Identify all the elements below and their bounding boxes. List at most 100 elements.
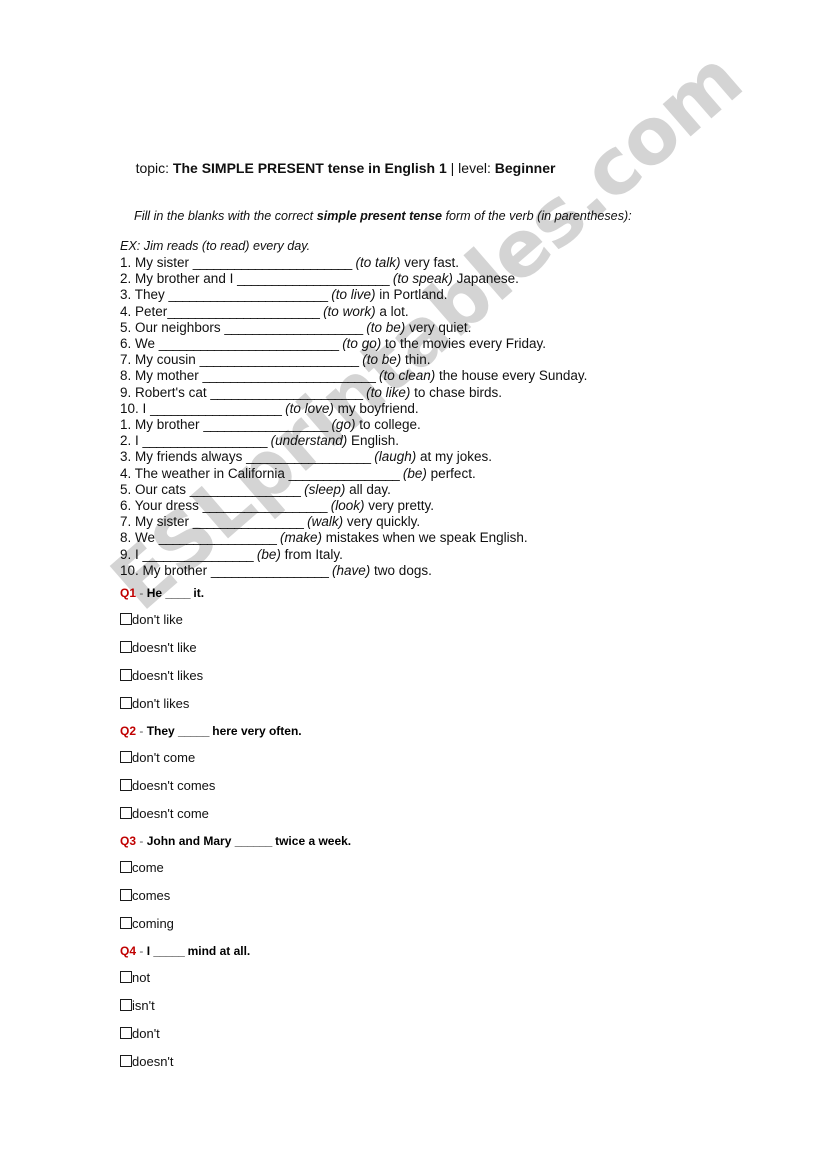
checkbox-icon[interactable] xyxy=(120,1027,132,1040)
exercise-text-before: I xyxy=(135,546,143,562)
verb-hint: (be) xyxy=(402,465,427,481)
answer-blank[interactable]: _______________________ xyxy=(193,255,352,270)
answer-blank[interactable]: _________________________ xyxy=(203,368,376,383)
exercise-text-before: My cousin xyxy=(135,352,200,368)
question-dash: - xyxy=(139,724,144,739)
question-blank[interactable]: _____ xyxy=(178,724,209,738)
answer-blank[interactable]: ______________________ xyxy=(210,385,363,400)
exercise-text-after: my boyfriend. xyxy=(333,400,419,416)
question-stem: Q4 - I _____ mind at all. xyxy=(120,943,680,959)
answer-blank[interactable]: _________________ xyxy=(159,530,277,545)
answer-blank[interactable]: ____________________ xyxy=(224,320,363,335)
exercise-item: 8. My mother _________________________ (… xyxy=(120,368,680,384)
answer-option[interactable]: don't come xyxy=(120,743,680,771)
answer-blank[interactable]: _________________ xyxy=(211,563,329,578)
exercise-item: 10. I ___________________ (to love) my b… xyxy=(120,401,680,417)
example-line: EX: Jim reads (to read) every day. xyxy=(120,239,311,253)
question-dash: - xyxy=(139,834,144,849)
checkbox-icon[interactable] xyxy=(120,751,132,764)
exercise-text-after: to the movies every Friday. xyxy=(381,336,547,352)
question-blank[interactable]: ____ xyxy=(165,586,190,600)
exercise-number: 9. xyxy=(120,546,132,562)
exercise-item: 5. Our cats ________________ (sleep) all… xyxy=(120,482,680,498)
exercise-text-before: Peter xyxy=(135,303,168,319)
checkbox-icon[interactable] xyxy=(120,1055,132,1068)
verb-hint: (to speak) xyxy=(392,271,453,287)
answer-option[interactable]: coming xyxy=(120,909,680,937)
checkbox-icon[interactable] xyxy=(120,697,132,710)
answer-option[interactable]: come xyxy=(120,853,680,881)
question-blank[interactable]: ______ xyxy=(235,834,273,848)
verb-hint: (to be) xyxy=(366,319,406,335)
exercise-set-2: 1. My brother __________________ (go) to… xyxy=(120,417,680,579)
answer-option[interactable]: doesn't come xyxy=(120,799,680,827)
worksheet-header: topic: The SIMPLE PRESENT tense in Engli… xyxy=(120,143,680,194)
checkbox-icon[interactable] xyxy=(120,807,132,820)
answer-option[interactable]: comes xyxy=(120,881,680,909)
verb-hint: (walk) xyxy=(307,514,344,530)
exercise-number: 8. xyxy=(120,368,132,384)
answer-blank[interactable]: ________________ xyxy=(190,482,301,497)
answer-option[interactable]: isn't xyxy=(120,991,680,1019)
exercise-number: 7. xyxy=(120,352,132,368)
exercise-text-before: My brother and I xyxy=(135,271,238,287)
exercise-text-before: My mother xyxy=(135,368,203,384)
exercise-text-before: Robert's cat xyxy=(135,384,211,400)
exercise-number: 5. xyxy=(120,319,132,335)
answer-blank[interactable]: __________________ xyxy=(203,498,328,513)
checkbox-icon[interactable] xyxy=(120,861,132,874)
exercise-text-after: the house every Sunday. xyxy=(435,368,588,384)
answer-option[interactable]: don't likes xyxy=(120,689,680,717)
answer-blank[interactable]: _______________________ xyxy=(200,352,359,367)
checkbox-icon[interactable] xyxy=(120,669,132,682)
answer-option[interactable]: don't like xyxy=(120,605,680,633)
exercise-text-before: I xyxy=(142,400,151,416)
answer-blank[interactable]: ________________ xyxy=(193,514,304,529)
question-dash: - xyxy=(139,944,144,959)
answer-blank[interactable]: _______________________ xyxy=(169,287,328,302)
answer-blank[interactable]: __________________ xyxy=(143,433,268,448)
answer-option[interactable]: doesn't like xyxy=(120,633,680,661)
answer-option-label: isn't xyxy=(132,997,155,1013)
answer-option-label: don't likes xyxy=(132,695,190,711)
question-text-after: twice a week. xyxy=(271,834,352,849)
answer-option[interactable]: doesn't xyxy=(120,1047,680,1075)
answer-blank[interactable]: ______________________ xyxy=(167,304,320,319)
question-blank[interactable]: _____ xyxy=(153,944,184,958)
exercise-number: 4. xyxy=(120,465,132,481)
exercise-text-after: two dogs. xyxy=(370,562,432,578)
exercise-text-after: very fast. xyxy=(400,255,459,270)
exercise-text-before: I xyxy=(135,433,143,449)
exercise-number: 1. xyxy=(120,417,132,433)
exercise-item: 6. Your dress __________________ (look) … xyxy=(120,498,680,514)
exercise-number: 6. xyxy=(120,498,132,514)
checkbox-icon[interactable] xyxy=(120,917,132,930)
answer-option[interactable]: not xyxy=(120,963,680,991)
answer-blank[interactable]: __________________________ xyxy=(159,336,339,351)
checkbox-icon[interactable] xyxy=(120,641,132,654)
checkbox-icon[interactable] xyxy=(120,613,132,626)
exercise-text-after: to chase birds. xyxy=(410,384,502,400)
question-text-after: it. xyxy=(190,586,205,601)
answer-option-label: doesn't xyxy=(132,1053,174,1069)
verb-hint: (look) xyxy=(330,498,365,514)
verb-hint: (laugh) xyxy=(374,449,417,465)
exercise-text-before: We xyxy=(135,336,159,352)
verb-hint: (be) xyxy=(256,546,281,562)
answer-blank[interactable]: __________________ xyxy=(203,417,328,432)
checkbox-icon[interactable] xyxy=(120,999,132,1012)
answer-blank[interactable]: ________________ xyxy=(289,466,400,481)
answer-blank[interactable]: ________________ xyxy=(143,547,254,562)
checkbox-icon[interactable] xyxy=(120,779,132,792)
checkbox-icon[interactable] xyxy=(120,971,132,984)
answer-blank[interactable]: __________________ xyxy=(246,449,371,464)
answer-option[interactable]: doesn't likes xyxy=(120,661,680,689)
answer-option[interactable]: doesn't comes xyxy=(120,771,680,799)
instructions-bold: simple present tense xyxy=(316,209,442,223)
exercise-item: 1. My sister _______________________ (to… xyxy=(120,255,680,271)
answer-blank[interactable]: ______________________ xyxy=(237,271,390,286)
checkbox-icon[interactable] xyxy=(120,889,132,902)
answer-option[interactable]: don't xyxy=(120,1019,680,1047)
exercise-number: 8. xyxy=(120,530,132,546)
answer-blank[interactable]: ___________________ xyxy=(150,401,282,416)
